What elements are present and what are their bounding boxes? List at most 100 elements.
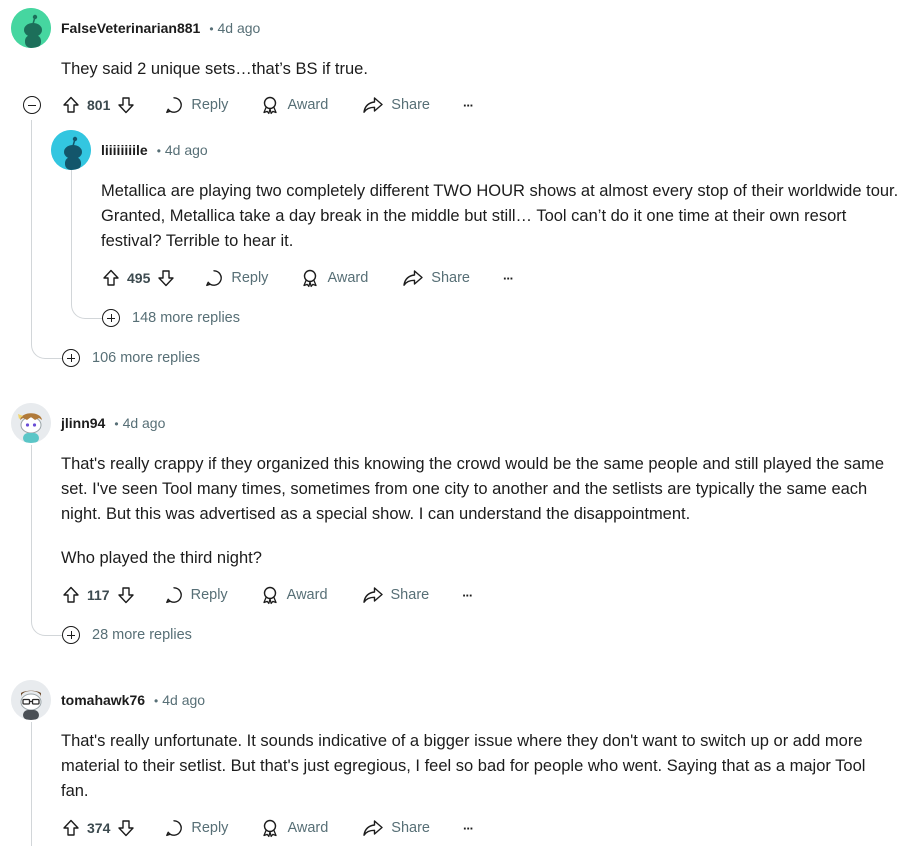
timestamp[interactable]: 4d ago <box>123 415 166 431</box>
collapse-thread-button[interactable] <box>23 96 41 114</box>
more-replies-label: 106 more replies <box>92 350 200 366</box>
comment-meta: liiiiiiiile • 4d ago <box>101 142 208 158</box>
thread-connector <box>31 445 62 636</box>
share-button[interactable]: Share <box>362 95 430 115</box>
share-button[interactable]: Share <box>362 585 429 605</box>
upvote-button[interactable] <box>61 95 81 115</box>
reply-label: Reply <box>191 820 229 836</box>
reply-button[interactable]: Reply <box>164 95 228 115</box>
thread-line <box>31 722 32 846</box>
meta-separator: • <box>209 22 214 36</box>
author-name[interactable]: tomahawk76 <box>61 692 145 708</box>
timestamp[interactable]: 4d ago <box>162 692 205 708</box>
comment-paragraph: They said 2 unique sets…that’s BS if tru… <box>61 60 368 78</box>
expand-plus-icon <box>62 349 80 367</box>
meta-separator: • <box>154 694 159 708</box>
comment-bubble-icon <box>165 587 182 604</box>
thread-connector <box>71 285 102 319</box>
more-options-button[interactable]: ··· <box>502 270 514 286</box>
award-label: Award <box>327 270 369 286</box>
comment-meta: tomahawk76 • 4d ago <box>61 692 205 708</box>
overflow-menu-icon: ··· <box>502 270 514 286</box>
meta-separator: • <box>114 417 119 431</box>
award-label: Award <box>286 587 328 603</box>
avatar[interactable] <box>11 680 51 720</box>
award-icon <box>263 819 278 838</box>
more-options-button[interactable]: ··· <box>462 587 473 603</box>
thread-connector <box>31 325 62 359</box>
comment-meta: jlinn94 • 4d ago <box>61 415 165 431</box>
upvote-button[interactable] <box>61 585 81 605</box>
reply-button[interactable]: Reply <box>204 268 268 288</box>
award-label: Award <box>287 820 329 836</box>
upvote-icon <box>63 96 79 113</box>
award-icon <box>263 586 277 605</box>
share-icon <box>363 820 383 836</box>
downvote-icon <box>117 587 134 604</box>
more-options-button[interactable]: ··· <box>462 820 474 836</box>
award-button[interactable]: Award <box>260 585 328 605</box>
timestamp[interactable]: 4d ago <box>165 142 208 158</box>
vote-score: 495 <box>127 270 151 286</box>
author-name[interactable]: jlinn94 <box>61 415 105 431</box>
award-button[interactable]: Award <box>260 818 328 838</box>
avatar[interactable] <box>51 130 91 170</box>
upvote-icon <box>63 819 79 836</box>
snoo-avatar-icon <box>11 8 51 48</box>
downvote-icon <box>118 97 135 114</box>
more-replies-link[interactable]: 106 more replies <box>62 349 200 367</box>
share-label: Share <box>431 270 470 286</box>
comment-actions: 801 Reply Award Share ··· <box>61 91 474 119</box>
vote-score: 801 <box>87 97 111 113</box>
thread-line <box>71 170 72 292</box>
comment-body: That's really unfortunate. It sounds ind… <box>61 729 891 804</box>
avatar[interactable] <box>11 8 51 48</box>
expand-plus-icon <box>102 309 120 327</box>
award-button[interactable]: Award <box>300 268 368 288</box>
share-icon <box>403 270 423 286</box>
comment-paragraph: That's really crappy if they organized t… <box>61 455 885 523</box>
vote-score: 374 <box>87 820 111 836</box>
more-options-button[interactable]: ··· <box>463 98 474 113</box>
comment-actions: 495 Reply Award Share ··· <box>101 264 514 292</box>
reply-button[interactable]: Reply <box>164 818 228 838</box>
comment-body: They said 2 unique sets…that’s BS if tru… <box>61 57 896 82</box>
comment-bubble-icon <box>206 270 223 287</box>
downvote-button[interactable] <box>156 268 176 288</box>
more-replies-link[interactable]: 28 more replies <box>62 626 192 644</box>
avatar[interactable] <box>11 403 51 443</box>
meta-separator: • <box>156 144 161 158</box>
author-name[interactable]: liiiiiiiile <box>101 142 148 158</box>
author-name[interactable]: FalseVeterinarian881 <box>61 20 200 36</box>
upvote-button[interactable] <box>101 268 121 288</box>
upvote-icon <box>63 586 79 603</box>
downvote-button[interactable] <box>116 585 136 605</box>
more-replies-link[interactable]: 148 more replies <box>102 309 240 327</box>
reply-label: Reply <box>191 97 229 113</box>
award-button[interactable]: Award <box>260 95 328 115</box>
share-label: Share <box>391 820 430 836</box>
share-button[interactable]: Share <box>362 818 430 838</box>
share-label: Share <box>391 97 430 113</box>
comment-paragraph: That's really unfortunate. It sounds ind… <box>61 732 866 800</box>
downvote-button[interactable] <box>116 95 136 115</box>
upvote-button[interactable] <box>61 818 81 838</box>
comment-body: Metallica are playing two completely dif… <box>101 179 901 254</box>
award-icon <box>303 269 318 288</box>
overflow-menu-icon: ··· <box>462 587 473 603</box>
overflow-menu-icon: ··· <box>462 820 474 836</box>
reply-label: Reply <box>190 587 228 603</box>
comment-actions: 374 Reply Award Share ··· <box>61 814 474 842</box>
downvote-icon <box>158 270 175 287</box>
downvote-icon <box>118 820 135 837</box>
thread-line <box>31 120 32 332</box>
downvote-button[interactable] <box>116 818 136 838</box>
share-button[interactable]: Share <box>402 268 470 288</box>
award-label: Award <box>287 97 329 113</box>
more-replies-label: 148 more replies <box>132 310 240 326</box>
more-replies-label: 28 more replies <box>92 627 192 643</box>
upvote-icon <box>103 269 119 286</box>
reply-button[interactable]: Reply <box>164 585 228 605</box>
timestamp[interactable]: 4d ago <box>218 20 261 36</box>
comment-meta: FalseVeterinarian881 • 4d ago <box>61 20 260 36</box>
